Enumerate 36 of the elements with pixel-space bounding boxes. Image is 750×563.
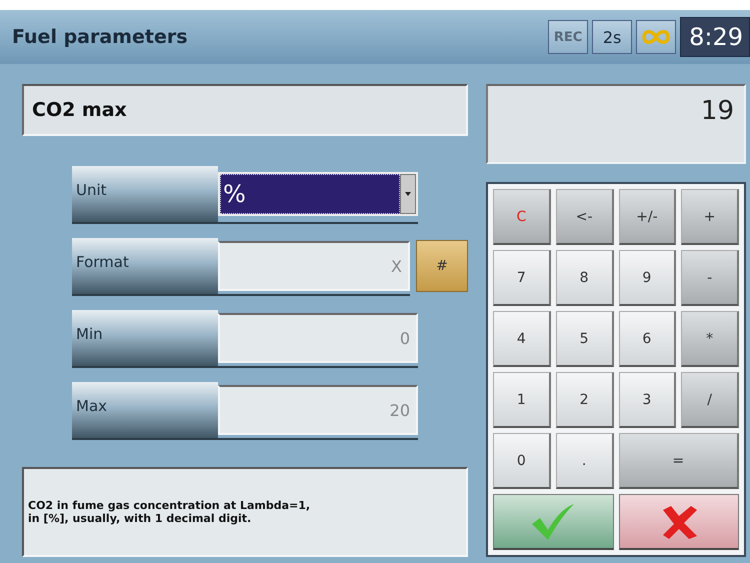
field-label: Unit — [72, 166, 218, 222]
screen-title: Fuel parameters — [12, 26, 189, 48]
keypad-key[interactable]: * — [681, 311, 739, 367]
keypad-key[interactable]: + — [681, 189, 739, 245]
keypad-key[interactable]: 2 — [556, 372, 614, 428]
keypad-key[interactable]: / — [681, 372, 739, 428]
confirm-button[interactable] — [493, 494, 614, 550]
keypad-key[interactable]: 1 — [493, 372, 551, 428]
check-icon — [530, 502, 576, 542]
keypad-key[interactable]: 4 — [493, 311, 551, 367]
format-button[interactable]: # — [416, 240, 468, 292]
keypad-key[interactable]: = — [618, 433, 739, 489]
interval-indicator[interactable]: 2s — [592, 20, 632, 54]
field-label: Min — [72, 310, 218, 366]
field-label: Max — [72, 382, 218, 438]
description-text: CO2 in fume gas concentration at Lambda=1, in [%], usually, with 1 decimal digit. — [22, 467, 468, 557]
unit-dropdown[interactable]: % — [218, 172, 418, 216]
keypad-key[interactable]: 5 — [556, 311, 614, 367]
keypad-key[interactable]: 7 — [493, 250, 551, 306]
keypad-key[interactable]: 3 — [618, 372, 676, 428]
keypad-key[interactable]: 9 — [618, 250, 676, 306]
cancel-button[interactable] — [618, 494, 739, 550]
caret-icon — [405, 192, 411, 196]
keypad-key[interactable]: 0 — [493, 433, 551, 489]
clock: 8:29 — [680, 17, 750, 57]
value-display: 19 — [486, 84, 746, 164]
keypad-key[interactable]: 8 — [556, 250, 614, 306]
keypad-key[interactable]: 6 — [618, 311, 676, 367]
infinity-icon — [641, 28, 672, 46]
keypad-key[interactable]: - — [681, 250, 739, 306]
infinity-indicator[interactable] — [636, 20, 676, 54]
field-label: Format — [72, 238, 218, 294]
keypad-key[interactable]: <- — [556, 189, 614, 245]
parameter-name: CO2 max — [22, 84, 468, 136]
keypad-key[interactable]: . — [556, 433, 614, 489]
keypad-key[interactable]: +/- — [618, 189, 676, 245]
